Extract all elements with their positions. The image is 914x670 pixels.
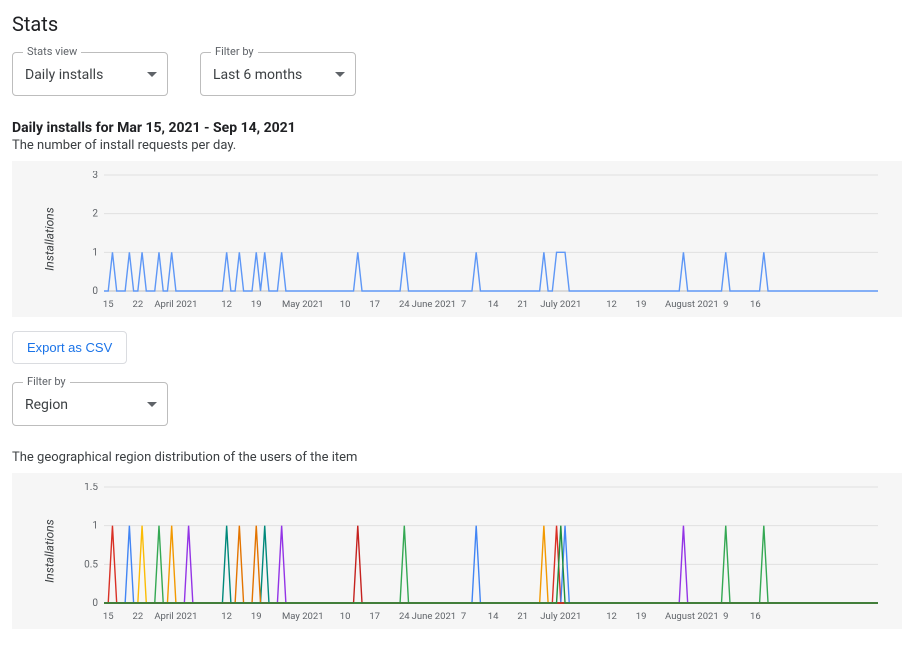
svg-text:21: 21 bbox=[517, 299, 528, 310]
stats-view-legend: Stats view bbox=[23, 45, 81, 58]
svg-text:2: 2 bbox=[92, 209, 98, 220]
time-filter-legend: Filter by bbox=[211, 45, 258, 58]
chevron-down-icon bbox=[147, 72, 157, 77]
svg-text:14: 14 bbox=[488, 299, 499, 310]
svg-text:7: 7 bbox=[461, 299, 466, 310]
svg-text:12: 12 bbox=[606, 299, 617, 310]
chevron-down-icon bbox=[147, 402, 157, 407]
svg-text:August 2021: August 2021 bbox=[665, 299, 719, 310]
stats-view-select[interactable]: Stats view Daily installs bbox=[12, 52, 168, 96]
svg-text:17: 17 bbox=[369, 611, 380, 622]
svg-text:12: 12 bbox=[221, 611, 232, 622]
svg-text:August 2021: August 2021 bbox=[665, 611, 719, 622]
time-filter-value: Last 6 months bbox=[213, 67, 302, 83]
svg-text:July 2021: July 2021 bbox=[540, 611, 581, 622]
chart2-ylabel: Installations bbox=[43, 519, 57, 582]
filters-row: Stats view Daily installs Filter by Last… bbox=[12, 52, 902, 96]
svg-text:April 2021: April 2021 bbox=[154, 611, 197, 622]
chart1-subheading: The number of install requests per day. bbox=[12, 138, 902, 153]
chevron-down-icon bbox=[335, 72, 345, 77]
time-filter-select[interactable]: Filter by Last 6 months bbox=[200, 52, 356, 96]
svg-text:10: 10 bbox=[340, 299, 351, 310]
page-title: Stats bbox=[12, 12, 902, 36]
svg-text:16: 16 bbox=[750, 611, 761, 622]
filters-row-2: Filter by Region bbox=[12, 382, 902, 426]
chart2-description: The geographical region distribution of … bbox=[12, 450, 902, 465]
svg-text:19: 19 bbox=[636, 299, 647, 310]
export-csv-button[interactable]: Export as CSV bbox=[12, 331, 127, 364]
svg-text:9: 9 bbox=[723, 611, 728, 622]
svg-text:15: 15 bbox=[103, 299, 114, 310]
svg-text:1: 1 bbox=[92, 247, 98, 258]
svg-text:17: 17 bbox=[369, 299, 380, 310]
svg-text:19: 19 bbox=[251, 611, 262, 622]
svg-text:1: 1 bbox=[92, 521, 98, 532]
svg-text:22: 22 bbox=[132, 299, 143, 310]
svg-text:May 2021: May 2021 bbox=[282, 611, 324, 622]
region-filter-value: Region bbox=[25, 397, 68, 413]
chart1-ylabel: Installations bbox=[43, 207, 57, 270]
svg-text:July 2021: July 2021 bbox=[540, 299, 581, 310]
stats-view-value: Daily installs bbox=[25, 67, 103, 83]
chart1-heading: Daily installs for Mar 15, 2021 - Sep 14… bbox=[12, 120, 902, 136]
svg-text:9: 9 bbox=[723, 299, 728, 310]
svg-text:April 2021: April 2021 bbox=[154, 299, 197, 310]
region-filter-legend: Filter by bbox=[23, 375, 70, 388]
svg-text:May 2021: May 2021 bbox=[282, 299, 324, 310]
svg-text:0: 0 bbox=[92, 286, 98, 297]
svg-text:12: 12 bbox=[606, 611, 617, 622]
svg-text:15: 15 bbox=[103, 611, 114, 622]
svg-text:21: 21 bbox=[517, 611, 528, 622]
svg-text:19: 19 bbox=[636, 611, 647, 622]
svg-text:12: 12 bbox=[221, 299, 232, 310]
chart2-svg: 0 0.5 1 1.5 15 22 April 2021 12 19 May 2021 10 17 24… bbox=[76, 483, 882, 623]
svg-text:10: 10 bbox=[340, 611, 351, 622]
chart2-area: Installations 0 0.5 1 1.5 15 22 April 2021 12 19… bbox=[12, 473, 902, 629]
svg-text:24: 24 bbox=[399, 611, 410, 622]
svg-text:June 2021: June 2021 bbox=[412, 299, 456, 310]
chart1-svg: 01231522April 20211219May 2021101724June… bbox=[76, 171, 882, 311]
svg-text:22: 22 bbox=[132, 611, 143, 622]
svg-text:1.5: 1.5 bbox=[84, 483, 98, 493]
svg-text:16: 16 bbox=[750, 299, 761, 310]
svg-text:7: 7 bbox=[461, 611, 466, 622]
svg-text:24: 24 bbox=[399, 299, 410, 310]
svg-text:0.5: 0.5 bbox=[84, 559, 98, 570]
svg-text:June 2021: June 2021 bbox=[412, 611, 456, 622]
svg-text:0: 0 bbox=[92, 598, 98, 609]
svg-text:19: 19 bbox=[251, 299, 262, 310]
chart1-area: Installations 01231522April 20211219May … bbox=[12, 161, 902, 317]
region-filter-select[interactable]: Filter by Region bbox=[12, 382, 168, 426]
svg-text:3: 3 bbox=[92, 171, 98, 181]
svg-text:14: 14 bbox=[488, 611, 499, 622]
